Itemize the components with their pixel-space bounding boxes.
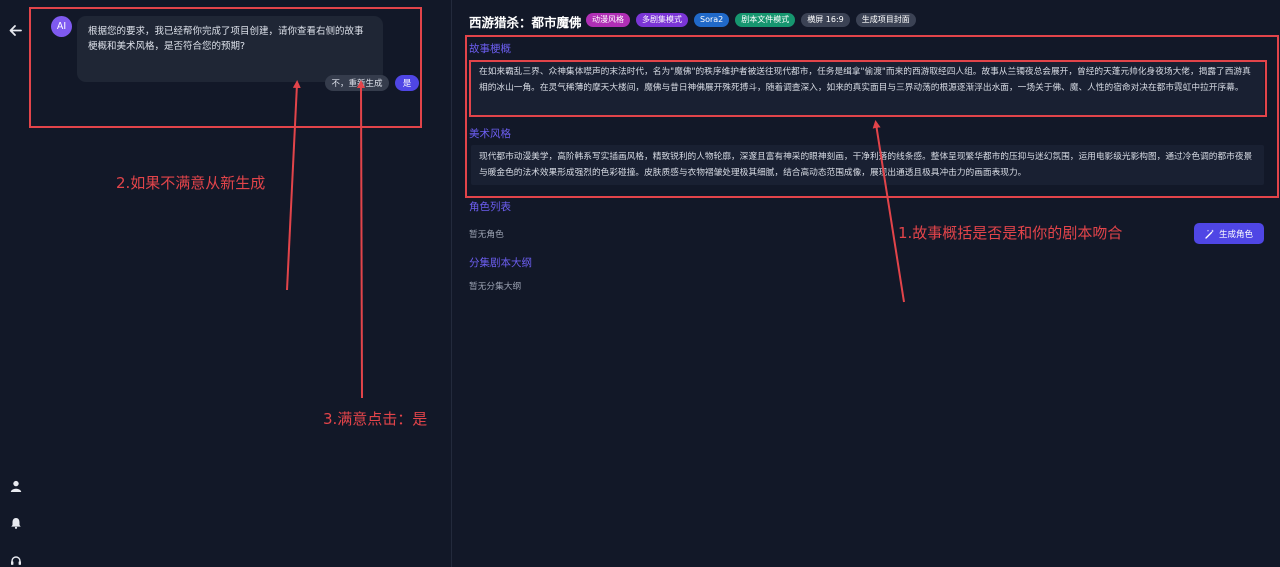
tag-model: Sora2 [694,13,730,27]
headset-icon[interactable] [8,553,23,567]
project-title: 西游猎杀：都市魔佛 [469,15,582,30]
project-tags: 动漫风格 多剧集模式 Sora2 剧本文件模式 横屏 16:9 生成项目封面 [586,13,916,27]
annotation-box-chat [29,7,422,128]
tag-aspect-ratio: 横屏 16:9 [801,13,850,27]
tag-script-mode: 剧本文件模式 [735,13,796,27]
tag-cover: 生成项目封面 [855,13,916,27]
outline-heading: 分集剧本大纲 [469,257,532,269]
outline-empty: 暂无分集大纲 [469,282,522,292]
icon-rail [0,0,30,567]
generate-characters-label: 生成角色 [1218,228,1253,239]
tag-mode: 多剧集模式 [636,13,688,27]
annotation-box-story [469,60,1267,117]
annotation-note-3: 3.满意点击：是 [323,410,428,428]
characters-heading: 角色列表 [469,201,511,213]
characters-empty: 暂无角色 [469,230,504,240]
annotation-note-1: 1.故事概括是否是和你的剧本吻合 [898,224,1123,242]
back-arrow-icon[interactable] [8,23,23,38]
user-icon[interactable] [8,478,23,493]
magic-wand-icon [1205,229,1214,239]
bell-icon[interactable] [8,515,23,530]
generate-characters-button[interactable]: 生成角色 [1194,223,1264,244]
tag-style: 动漫风格 [586,13,630,27]
annotation-note-2: 2.如果不满意从新生成 [116,174,266,192]
